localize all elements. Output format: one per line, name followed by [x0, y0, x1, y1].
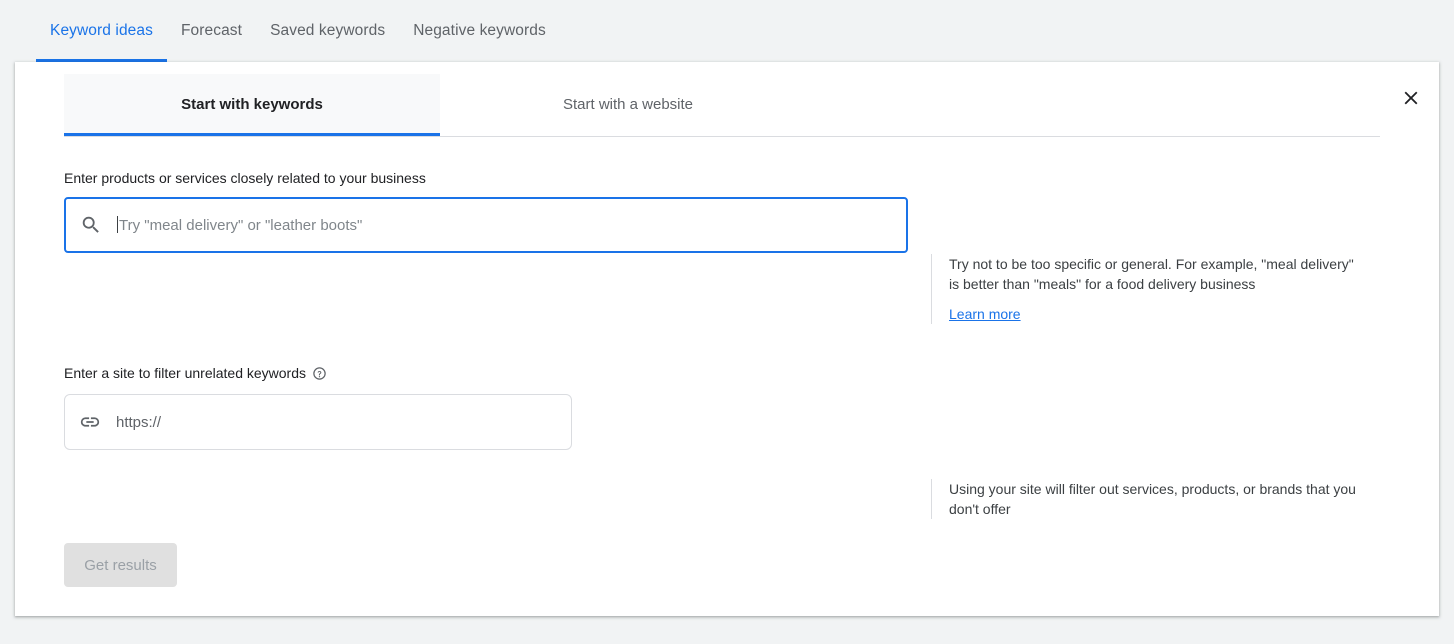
keywords-input[interactable]: Try "meal delivery" or "leather boots"	[64, 197, 908, 253]
site-input[interactable]: https://	[64, 394, 572, 450]
tab-negative-keywords-label: Negative keywords	[413, 22, 546, 39]
close-icon	[1404, 91, 1418, 105]
tab-saved-keywords-label: Saved keywords	[270, 22, 386, 39]
keywords-field-group: Enter products or services closely relat…	[64, 169, 908, 253]
tab-keyword-ideas[interactable]: Keyword ideas	[36, 0, 167, 62]
tab-start-with-a-website[interactable]: Start with a website	[440, 74, 816, 135]
keywords-input-placeholder: Try "meal delivery" or "leather boots"	[117, 216, 363, 234]
site-hint: Using your site will filter out services…	[931, 479, 1371, 519]
start-mode-tab-bar: Start with keywords Start with a website	[64, 74, 1380, 137]
primary-tab-bar: Keyword ideas Forecast Saved keywords Ne…	[0, 0, 1454, 62]
help-circle-icon[interactable]	[312, 366, 327, 381]
tab-keyword-ideas-label: Keyword ideas	[50, 22, 153, 39]
keywords-hint-text: Try not to be too specific or general. F…	[949, 256, 1354, 292]
tab-start-with-keywords[interactable]: Start with keywords	[64, 74, 440, 136]
search-icon	[80, 214, 102, 236]
tab-forecast-label: Forecast	[180, 22, 243, 39]
site-input-placeholder: https://	[116, 413, 162, 431]
keywords-hint: Try not to be too specific or general. F…	[931, 254, 1361, 324]
tab-saved-keywords[interactable]: Saved keywords	[256, 0, 399, 62]
site-field-group: Enter a site to filter unrelated keyword…	[64, 364, 572, 450]
tab-forecast[interactable]: Forecast	[167, 0, 256, 62]
tab-start-with-keywords-label: Start with keywords	[181, 96, 323, 113]
keyword-planner-panel: Start with keywords Start with a website…	[15, 62, 1439, 616]
tab-negative-keywords[interactable]: Negative keywords	[399, 0, 560, 62]
keywords-field-label: Enter products or services closely relat…	[64, 170, 426, 186]
site-field-label: Enter a site to filter unrelated keyword…	[64, 364, 572, 382]
link-icon	[79, 411, 101, 433]
learn-more-link[interactable]: Learn more	[949, 306, 1021, 322]
get-results-button[interactable]: Get results	[64, 543, 177, 587]
close-button[interactable]	[1391, 78, 1431, 118]
site-hint-text: Using your site will filter out services…	[949, 481, 1356, 517]
text-caret	[117, 216, 118, 233]
tab-start-with-a-website-label: Start with a website	[562, 96, 694, 113]
